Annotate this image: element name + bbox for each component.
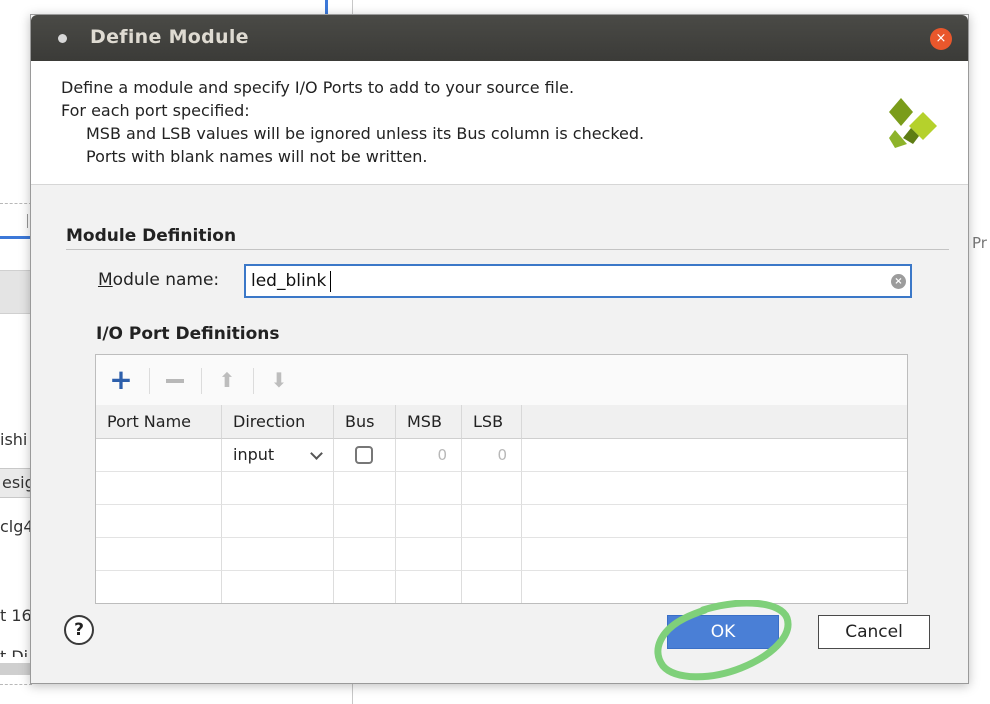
description-line: For each port specified: [61, 101, 250, 120]
empty-cell [522, 505, 907, 538]
empty-cell[interactable] [96, 538, 222, 571]
lsb-value: 0 [497, 446, 507, 464]
msb-cell[interactable]: 0 [396, 439, 462, 472]
empty-cell[interactable] [396, 505, 462, 538]
text-cursor [330, 271, 331, 292]
description-line: MSB and LSB values will be ignored unles… [86, 124, 645, 143]
column-header-direction[interactable]: Direction [222, 405, 334, 439]
empty-cell[interactable] [96, 571, 222, 603]
dialog-description-panel: Define a module and specify I/O Ports to… [31, 61, 968, 185]
background-divider [0, 203, 32, 204]
toolbar-separator [149, 368, 150, 394]
empty-cell[interactable] [334, 472, 396, 505]
bus-cell [334, 439, 396, 472]
plus-icon[interactable]: + [106, 365, 136, 395]
clear-input-icon[interactable]: × [891, 274, 906, 289]
background-text-fragment: ishi [0, 430, 28, 449]
lsb-cell[interactable]: 0 [462, 439, 522, 472]
toolbar-separator [201, 368, 202, 394]
bus-checkbox[interactable] [355, 446, 373, 464]
io-port-definitions-heading: I/O Port Definitions [96, 324, 280, 344]
empty-cell[interactable] [222, 538, 334, 571]
arrow-down-icon[interactable]: ⬇ [264, 365, 294, 395]
empty-cell[interactable] [334, 538, 396, 571]
port-name-cell[interactable] [96, 439, 222, 472]
empty-cell[interactable] [396, 571, 462, 603]
arrow-up-icon[interactable]: ⬆ [212, 365, 242, 395]
background-toolbar-row [0, 270, 32, 314]
column-header-lsb[interactable]: LSB [462, 405, 522, 439]
minus-icon[interactable] [160, 365, 190, 395]
empty-cell[interactable] [462, 505, 522, 538]
empty-cell[interactable] [334, 505, 396, 538]
empty-cell[interactable] [222, 472, 334, 505]
empty-cell[interactable] [462, 571, 522, 603]
empty-cell[interactable] [396, 472, 462, 505]
port-table-toolbar: + ⬆ ⬇ [96, 355, 907, 405]
background-text-fragment: t 16 [0, 606, 32, 625]
filler-cell [522, 439, 907, 472]
xilinx-logo-icon [889, 98, 937, 148]
direction-value: input [233, 445, 275, 464]
window-menu-icon[interactable] [58, 34, 67, 43]
empty-cell[interactable] [462, 538, 522, 571]
background-text-fragment: Pr [972, 234, 987, 252]
ok-button[interactable]: OK [667, 615, 779, 649]
help-button[interactable]: ? [64, 615, 94, 645]
module-name-input[interactable]: led_blink × [244, 264, 912, 298]
io-port-table: + ⬆ ⬇ Port Name Direction Bus MSB LSB in… [95, 354, 908, 604]
description-line: Ports with blank names will not be writt… [86, 147, 428, 166]
chevron-down-icon [310, 447, 323, 460]
module-definition-heading: Module Definition [66, 226, 237, 246]
cancel-button[interactable]: Cancel [818, 615, 930, 649]
empty-cell[interactable] [222, 571, 334, 603]
dialog-title: Define Module [90, 26, 249, 48]
direction-select[interactable]: input [222, 439, 334, 472]
module-name-value[interactable]: led_blink [251, 271, 326, 291]
empty-cell[interactable] [96, 472, 222, 505]
background-active-tab-underline [0, 236, 32, 239]
empty-cell [522, 538, 907, 571]
description-line: Define a module and specify I/O Ports to… [61, 78, 575, 97]
empty-cell [522, 472, 907, 505]
empty-cell[interactable] [222, 505, 334, 538]
toolbar-separator [253, 368, 254, 394]
section-divider [66, 249, 949, 250]
define-module-dialog: Define Module × Define a module and spec… [30, 14, 969, 684]
background-divider [0, 684, 32, 685]
column-header-bus[interactable]: Bus [334, 405, 396, 439]
empty-cell[interactable] [462, 472, 522, 505]
background-text-fragment: t Di [0, 647, 29, 657]
background-text-fragment: clg4 [0, 517, 32, 536]
dialog-titlebar[interactable]: Define Module × [31, 15, 968, 61]
background-scrollbar[interactable] [0, 663, 32, 675]
background-field-fragment: esig [0, 468, 32, 498]
empty-cell [522, 571, 907, 603]
close-button[interactable]: × [930, 28, 952, 50]
column-header-filler [522, 405, 907, 439]
empty-cell[interactable] [396, 538, 462, 571]
msb-value: 0 [437, 446, 447, 464]
column-header-port-name[interactable]: Port Name [96, 405, 222, 439]
module-name-label: Module name: [98, 270, 220, 290]
column-header-msb[interactable]: MSB [396, 405, 462, 439]
port-grid: Port Name Direction Bus MSB LSB input 0 … [96, 405, 907, 603]
empty-cell[interactable] [96, 505, 222, 538]
empty-cell[interactable] [334, 571, 396, 603]
background-tab-separator [27, 214, 28, 228]
